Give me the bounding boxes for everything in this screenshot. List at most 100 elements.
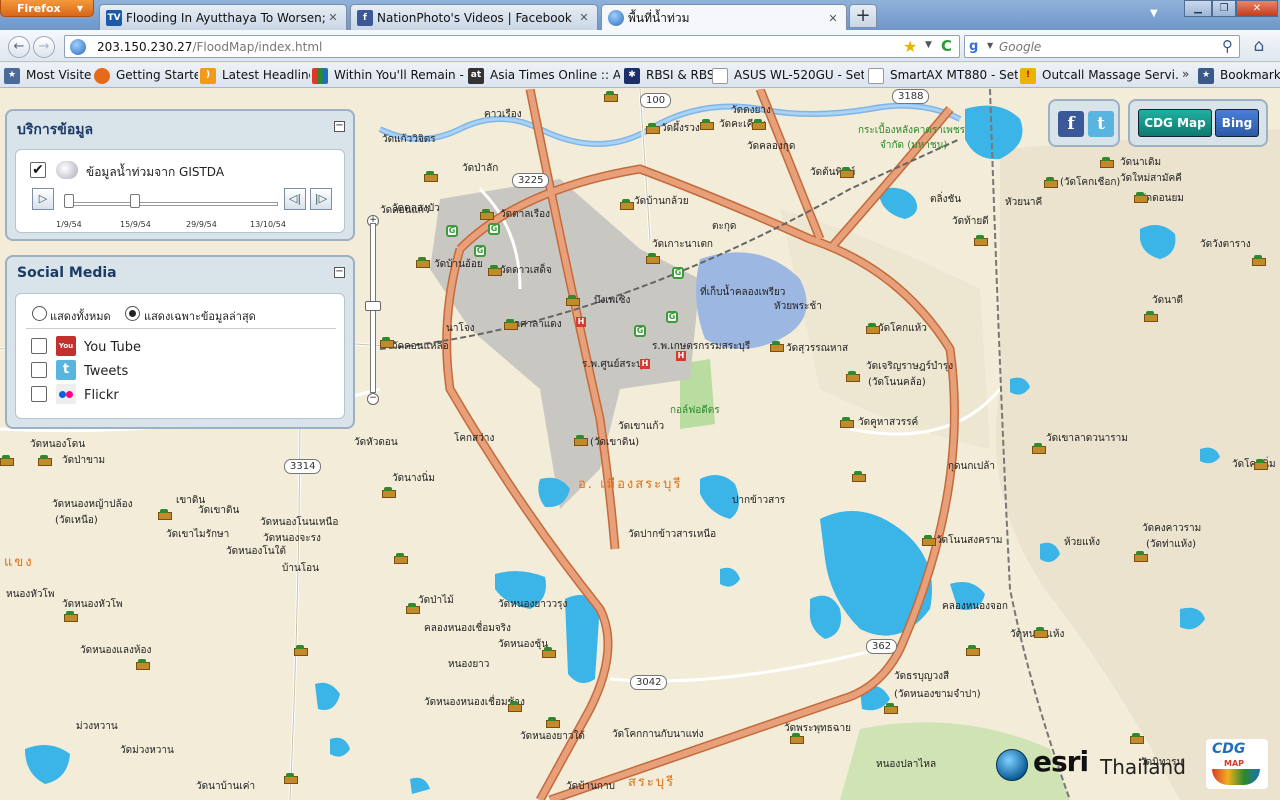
tab-ayutthaya[interactable]: TV Flooding In Ayutthaya To Worsen; He..… [99, 4, 347, 30]
search-input[interactable] [999, 38, 1209, 56]
temple-icon[interactable] [884, 703, 898, 714]
minimize-panel-button[interactable]: − [334, 267, 345, 278]
history-dropdown-icon[interactable]: ▼ [925, 40, 932, 50]
temple-icon[interactable] [1254, 459, 1268, 470]
zoom-out-button[interactable]: − [367, 393, 379, 405]
temple-icon[interactable] [1044, 177, 1058, 188]
temple-icon[interactable] [852, 471, 866, 482]
hospital-icon[interactable]: H [676, 351, 686, 361]
play-button[interactable]: ▷ [32, 188, 54, 210]
temple-icon[interactable] [1144, 311, 1158, 322]
bookmark-outcall[interactable]: ! Outcall Massage Servi... [1020, 67, 1178, 84]
zoom-handle[interactable] [365, 301, 381, 311]
hospital-icon[interactable]: H [576, 317, 586, 327]
gas-station-icon[interactable]: G [672, 267, 684, 279]
zoom-slider[interactable]: + − [364, 215, 382, 405]
timeline-start-handle[interactable] [64, 194, 74, 208]
temple-icon[interactable] [1032, 443, 1046, 454]
temple-icon[interactable] [700, 119, 714, 130]
gas-station-icon[interactable]: G [474, 245, 486, 257]
firefox-menu-button[interactable]: Firefox ▼ [0, 0, 94, 17]
gas-station-icon[interactable]: G [666, 311, 678, 323]
temple-icon[interactable] [38, 455, 52, 466]
home-icon[interactable]: ⌂ [1246, 36, 1272, 58]
back-button[interactable]: ← [8, 36, 30, 58]
temple-icon[interactable] [1134, 551, 1148, 562]
temple-icon[interactable] [620, 199, 634, 210]
bing-button[interactable]: Bing [1215, 109, 1259, 137]
forward-button[interactable]: → [33, 36, 55, 58]
bookmark-most-visited[interactable]: ★ Most Visited [4, 67, 92, 84]
temple-icon[interactable] [508, 701, 522, 712]
tweets-checkbox[interactable] [31, 362, 47, 378]
youtube-checkbox[interactable] [31, 338, 47, 354]
temple-icon[interactable] [966, 645, 980, 656]
cdg-map-button[interactable]: CDG Map [1138, 109, 1212, 137]
temple-icon[interactable] [846, 371, 860, 382]
temple-icon[interactable] [504, 319, 518, 330]
show-latest-radio[interactable] [125, 306, 140, 321]
show-all-radio[interactable] [32, 306, 47, 321]
temple-icon[interactable] [284, 773, 298, 784]
search-bar[interactable]: g ▼ ⚲ [964, 35, 1240, 58]
bookmark-asia-times[interactable]: at Asia Times Online :: As... [468, 67, 620, 84]
temple-icon[interactable] [646, 123, 660, 134]
temple-icon[interactable] [1252, 255, 1266, 266]
bookmark-rbsi[interactable]: ✱ RBSI & RBS [624, 67, 712, 84]
gas-station-icon[interactable]: G [634, 325, 646, 337]
search-engine-dropdown-icon[interactable]: ▼ [987, 41, 993, 50]
temple-icon[interactable] [574, 435, 588, 446]
bookmark-smartax[interactable]: SmartAX MT880 - Setup [868, 67, 1018, 84]
temple-icon[interactable] [480, 209, 494, 220]
temple-icon[interactable] [974, 235, 988, 246]
temple-icon[interactable] [752, 119, 766, 130]
temple-icon[interactable] [790, 733, 804, 744]
temple-icon[interactable] [1034, 627, 1048, 638]
temple-icon[interactable] [424, 171, 438, 182]
temple-icon[interactable] [922, 535, 936, 546]
flickr-checkbox[interactable] [31, 386, 47, 402]
step-back-button[interactable]: ◁| [284, 188, 306, 210]
close-window-button[interactable]: ✕ [1236, 0, 1278, 17]
temple-icon[interactable] [488, 265, 502, 276]
search-icon[interactable]: ⚲ [1222, 37, 1233, 55]
new-tab-button[interactable]: + [849, 4, 877, 28]
gistda-layer-checkbox[interactable]: ✔ [30, 162, 46, 178]
temple-icon[interactable] [0, 455, 14, 466]
temple-icon[interactable] [1100, 157, 1114, 168]
close-icon[interactable]: ✕ [826, 12, 840, 25]
temple-icon[interactable] [136, 659, 150, 670]
temple-icon[interactable] [394, 553, 408, 564]
close-icon[interactable]: ✕ [577, 11, 591, 24]
more-bookmarks-button[interactable]: » [1182, 67, 1189, 81]
tab-facebook[interactable]: f NationPhoto's Videos | Facebook ✕ [350, 4, 598, 30]
facebook-share-button[interactable]: f [1058, 111, 1084, 137]
bookmark-star-icon[interactable]: ★ [903, 37, 917, 56]
temple-icon[interactable] [770, 341, 784, 352]
temple-icon[interactable] [1130, 733, 1144, 744]
timeline-end-handle[interactable] [130, 194, 140, 208]
temple-icon[interactable] [604, 91, 618, 102]
temple-icon[interactable] [158, 509, 172, 520]
temple-icon[interactable] [546, 717, 560, 728]
bookmark-within-youll-remain[interactable]: Within You'll Remain -... [312, 67, 464, 84]
temple-icon[interactable] [840, 417, 854, 428]
bookmark-asus[interactable]: ASUS WL-520GU - Setup [712, 67, 864, 84]
bookmark-getting-started[interactable]: Getting Started [94, 67, 198, 84]
temple-icon[interactable] [64, 611, 78, 622]
step-forward-button[interactable]: |▷ [310, 188, 332, 210]
minimize-panel-button[interactable]: − [334, 121, 345, 132]
temple-icon[interactable] [866, 323, 880, 334]
bookmark-latest-headlines[interactable]: ) Latest Headlines [200, 67, 310, 84]
google-icon[interactable]: g [969, 39, 985, 55]
temple-icon[interactable] [294, 645, 308, 656]
flood-map[interactable]: 3225 3314 3042 362 3188 100 อ. เมืองสระบ… [0, 89, 1280, 800]
url-text[interactable]: 203.150.230.27/FloodMap/index.html [97, 40, 322, 54]
temple-icon[interactable] [416, 257, 430, 268]
tab-flood-map[interactable]: พื้นที่น้ำท่วม ✕ [601, 4, 847, 31]
gas-station-icon[interactable]: G [446, 225, 458, 237]
url-bar[interactable]: 203.150.230.27/FloodMap/index.html ★ ▼ C [64, 35, 960, 58]
twitter-share-button[interactable]: t [1088, 111, 1114, 137]
temple-icon[interactable] [566, 295, 580, 306]
temple-icon[interactable] [646, 253, 660, 264]
